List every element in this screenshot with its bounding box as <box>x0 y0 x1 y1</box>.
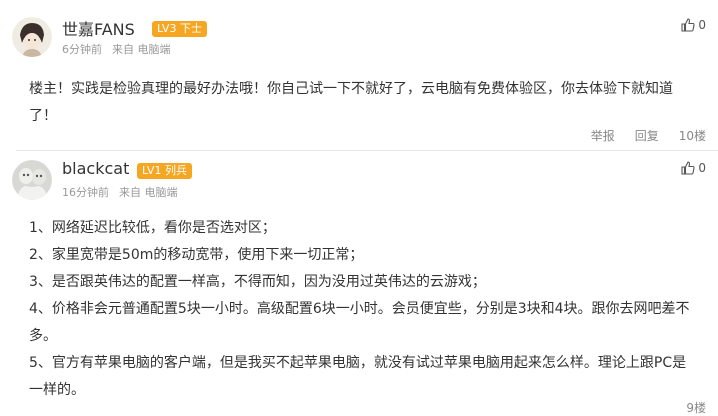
floor-number: 9楼 <box>686 401 706 415</box>
comment-meta: 16分钟前 来自 电脑端 <box>62 184 188 200</box>
level-badge: LV1 列兵 <box>137 163 192 179</box>
comment-1: 世嘉FANS LV3 下士 6分钟前 来自 电脑端 0 楼主！实践是检验真理的最好… <box>0 0 718 150</box>
avatar[interactable] <box>12 160 52 200</box>
timestamp: 16分钟前 <box>62 186 109 199</box>
avatar-image <box>12 160 52 200</box>
like-button[interactable]: 0 <box>681 161 706 175</box>
like-button[interactable]: 0 <box>681 18 706 32</box>
content-line: 5、官方有苹果电脑的客户端，但是我买不起苹果电脑，就没有试过苹果电脑用起来怎么样… <box>29 355 687 371</box>
report-link[interactable]: 举报 <box>591 129 615 143</box>
content-line: 一样的。 <box>29 382 85 398</box>
like-count: 0 <box>698 161 706 175</box>
source-label: 来自 电脑端 <box>112 43 171 56</box>
content-line: 3、是否跟英伟达的配置一样高，不得而知，因为没用过英伟达的云游戏； <box>29 274 486 290</box>
source-label: 来自 电脑端 <box>119 186 178 199</box>
content-line: 1、网络延迟比较低，看你是否选对区； <box>29 220 276 236</box>
thumbs-up-icon <box>681 18 695 32</box>
content-line: 多。 <box>29 328 57 344</box>
comment-content: 楼主！实践是检验真理的最好办法哦！你自己试一下不就好了，云电脑有免费体验区，你去… <box>29 76 691 130</box>
content-line: 了！ <box>29 108 57 124</box>
comment-meta: 6分钟前 来自 电脑端 <box>62 41 181 57</box>
username[interactable]: 世嘉FANS <box>62 16 135 40</box>
reply-link[interactable]: 回复 <box>635 129 659 143</box>
comment-actions: 举报 回复 10楼 <box>571 127 706 144</box>
content-line: 楼主！实践是检验真理的最好办法哦！你自己试一下不就好了，云电脑有免费体验区，你去… <box>29 81 673 97</box>
content-line: 4、价格非会元普通配置5块一小时。高级配置6块一小时。会员便宜些，分别是3块和4… <box>29 301 690 317</box>
floor-number: 10楼 <box>678 129 706 143</box>
avatar[interactable] <box>12 17 52 57</box>
comment-content: 1、网络延迟比较低，看你是否选对区； 2、家里宽带是50m的移动宽带，使用下来一… <box>29 215 691 404</box>
thumbs-up-icon <box>681 161 695 175</box>
comment-2: blackcat LV1 列兵 16分钟前 来自 电脑端 0 1、网络延迟比较低，… <box>0 150 718 416</box>
content-line: 2、家里宽带是50m的移动宽带，使用下来一切正常； <box>29 247 364 263</box>
username[interactable]: blackcat <box>62 159 129 178</box>
like-count: 0 <box>698 18 706 32</box>
avatar-image <box>12 17 52 57</box>
timestamp: 6分钟前 <box>62 43 102 56</box>
level-badge: LV3 下士 <box>152 21 207 37</box>
